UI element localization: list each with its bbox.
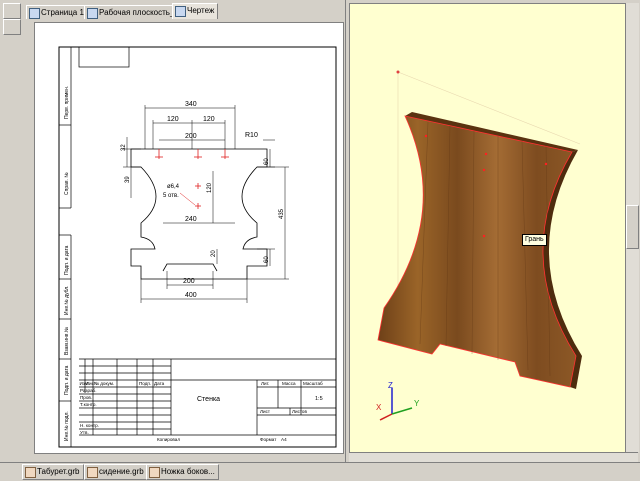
label-inv-podl: Инв.№ подл. xyxy=(64,411,70,441)
tb-nkontr: Н. контр. xyxy=(80,423,99,428)
3d-viewport[interactable]: Z Y X xyxy=(349,3,633,454)
tb-lit: Лит. xyxy=(261,381,270,386)
tb-listov: Листов xyxy=(292,409,307,414)
label-sprav: Справ. № xyxy=(64,172,70,195)
file-tab-nozhka-label: Ножка боков... xyxy=(161,467,215,476)
file-icon xyxy=(149,467,160,478)
dim-32: 32 xyxy=(121,144,127,151)
file-tab-sidenie[interactable]: сидение.grb xyxy=(84,464,148,480)
page-icon xyxy=(29,8,40,19)
tab-drawing[interactable]: Чертеж xyxy=(172,3,219,19)
tb-scale: 1:5 xyxy=(315,396,323,402)
tab-workplane-label: Рабочая плоскость_1 xyxy=(99,8,179,17)
viewport-vscroll-thumb[interactable] xyxy=(626,205,639,249)
dim-60a: 60 xyxy=(264,158,270,165)
label-vzam-inv: Взам.инв.№ xyxy=(64,327,70,355)
view-icon[interactable] xyxy=(3,19,21,35)
tab-drawing-label: Чертеж xyxy=(187,6,215,15)
label-perv-primen: Перв. примен. xyxy=(64,86,70,119)
dim-200-top: 200 xyxy=(185,133,197,140)
tb-format: Формат xyxy=(260,437,277,442)
tb-ndokum: № докум. xyxy=(94,381,114,386)
drawing-canvas: Перв. примен. Справ. № Подп. и дата Инв.… xyxy=(58,46,337,448)
dim-435: 435 xyxy=(279,208,285,219)
window-tabs: Страница 1 Рабочая плоскость_1 Чертеж xyxy=(26,3,346,19)
dim-200-bot: 200 xyxy=(183,278,195,285)
grid-icon[interactable] xyxy=(3,3,21,19)
dimension-lines xyxy=(123,105,289,303)
tb-podp: Подп. xyxy=(139,381,151,386)
holes xyxy=(155,149,229,209)
axis-z-label: Z xyxy=(388,381,393,390)
dim-r10: R10 xyxy=(245,132,258,139)
label-podp-data2: Подп. и дата xyxy=(64,365,70,395)
axis-y-label: Y xyxy=(414,399,420,408)
3d-canvas: Z Y X xyxy=(376,70,582,421)
dim-holes: 5 отв. xyxy=(163,193,179,199)
file-tab-sidenie-label: сидение.grb xyxy=(99,467,144,476)
label-inv-dubl: Инв.№ дубл. xyxy=(64,285,70,315)
file-tab-nozhka[interactable]: Ножка боков... xyxy=(146,464,219,480)
dim-39: 39 xyxy=(125,176,131,183)
tb-utv: Утв. xyxy=(80,430,89,435)
part-outline xyxy=(130,148,268,280)
dim-400: 400 xyxy=(185,292,197,299)
axis-x-label: X xyxy=(376,403,382,412)
drawing-icon xyxy=(175,6,186,17)
axis-triad: Z Y X xyxy=(376,381,420,421)
dim-phi: ø6,4 xyxy=(167,184,180,190)
dim-120b: 120 xyxy=(203,116,215,123)
label-podp-data1: Подп. и дата xyxy=(64,245,70,275)
tb-prov: Пров. xyxy=(80,395,92,400)
tab-workplane[interactable]: Рабочая плоскость_1 xyxy=(84,5,183,19)
tab-page1[interactable]: Страница 1 xyxy=(26,5,88,19)
corner-box xyxy=(78,46,130,68)
file-tab-taburet-label: Табурет.grb xyxy=(37,467,80,476)
bbox-corner-marker xyxy=(396,70,400,74)
tb-tkontr: Т.контр. xyxy=(80,402,97,407)
tb-razrab: Разраб. xyxy=(80,388,97,393)
file-tab-taburet[interactable]: Табурет.grb xyxy=(22,464,84,480)
tb-format-val: A4 xyxy=(281,437,287,442)
workplane-icon xyxy=(87,8,98,19)
tb-masshtab: Масштаб xyxy=(303,381,323,386)
file-icon xyxy=(25,467,36,478)
tb-massa: Масса xyxy=(282,381,296,386)
tab-page1-label: Страница 1 xyxy=(41,8,84,17)
dim-60b: 60 xyxy=(264,256,270,263)
dim-120a: 120 xyxy=(167,116,179,123)
dim-340: 340 xyxy=(185,101,197,108)
dim-120v: 120 xyxy=(207,182,213,193)
file-icon xyxy=(87,467,98,478)
tb-kopiroval: Копировал xyxy=(157,437,180,442)
dim-240: 240 xyxy=(185,216,197,223)
tb-data: Дата xyxy=(154,381,165,386)
drawing-sheet[interactable]: Перв. примен. Справ. № Подп. и дата Инв.… xyxy=(34,22,344,454)
face-tooltip: Грань xyxy=(522,234,547,246)
dim-20: 20 xyxy=(211,250,217,257)
left-toolbar xyxy=(0,0,23,462)
tb-part-name: Стенка xyxy=(197,396,220,403)
tb-list2: Лист xyxy=(260,409,271,414)
